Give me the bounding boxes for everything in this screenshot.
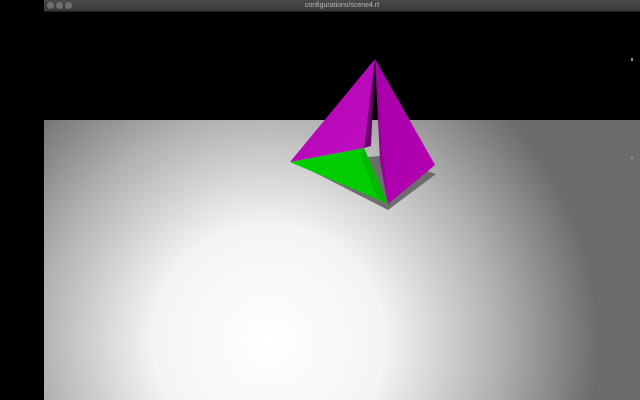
window-titlebar[interactable]: configurations/scene4.rt <box>44 0 640 12</box>
rendered-scene <box>44 12 640 400</box>
window-title: configurations/scene4.rt <box>304 2 380 9</box>
edge-marker-bottom <box>631 156 633 159</box>
edge-marker-top <box>631 58 633 61</box>
render-window: configurations/scene4.rt <box>44 0 640 400</box>
raytrace-viewport <box>44 12 640 400</box>
